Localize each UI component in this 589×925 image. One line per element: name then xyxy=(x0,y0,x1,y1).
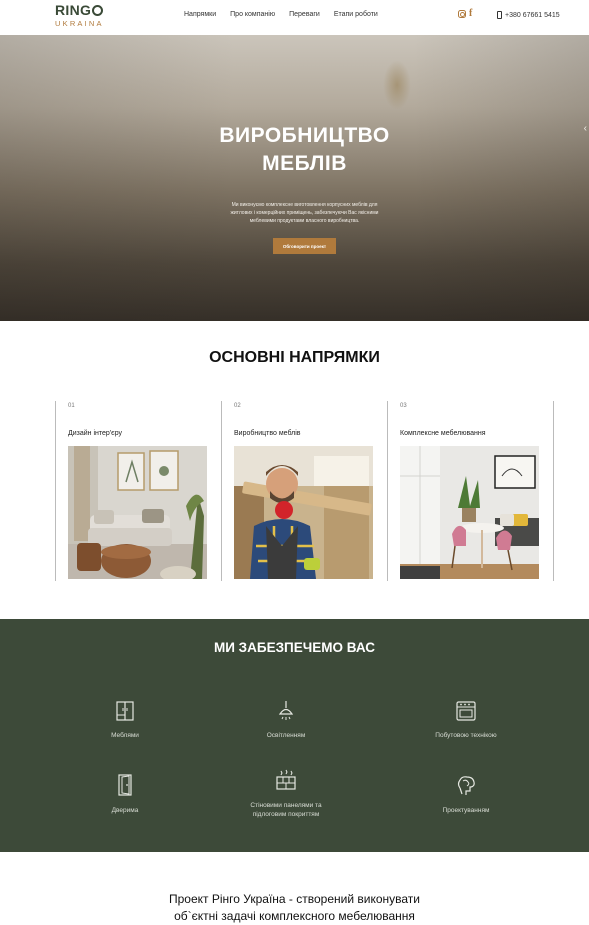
discuss-project-button[interactable]: Обговорити проект xyxy=(273,238,336,254)
hero-overlay xyxy=(0,35,589,321)
provide-item-label: Дверима xyxy=(111,807,139,814)
door-icon xyxy=(118,774,132,796)
card-label: Виробництво меблів xyxy=(234,430,301,437)
hero-title: ВИРОБНИЦТВО МЕБЛІВ xyxy=(150,122,459,178)
direction-card-production[interactable]: 02 Виробництво меблів xyxy=(221,401,387,581)
complex-furnishing-photo xyxy=(400,446,539,579)
provide-item-lighting: Освітленням xyxy=(206,701,366,740)
phone-number: +380 67661 5415 xyxy=(505,11,560,19)
about-intro: Проект Рінго Україна - створений виконув… xyxy=(140,891,449,925)
provide-item-label: Проектуванням xyxy=(442,807,490,814)
provide-item-label-line1: Стіновими панелями та xyxy=(250,802,322,809)
provide-item-panels-flooring: Стіновими панелями та підлоговим покритт… xyxy=(206,769,366,819)
main-nav: Напрямки Про компанію Переваги Етапи роб… xyxy=(184,11,378,18)
hero-title-line1: ВИРОБНИЦТВО xyxy=(219,124,390,147)
social-links: f xyxy=(458,9,472,19)
provide-title: МИ ЗАБЕЗПЕЧЕМО ВАС xyxy=(213,640,375,655)
site-header: RING UKRAINA Напрямки Про компанію Перев… xyxy=(0,0,589,35)
interior-design-photo xyxy=(68,446,207,579)
direction-card-interior[interactable]: 01 Дизайн інтер'єру xyxy=(55,401,221,581)
provide-item-label-line2: підлоговим покриттям xyxy=(252,811,320,818)
nav-about[interactable]: Про компанію xyxy=(230,11,275,18)
phone-link[interactable]: +380 67661 5415 xyxy=(497,11,560,19)
provide-item-doors: Дверима xyxy=(45,774,205,815)
provide-item-label: Побутовою технікою xyxy=(435,732,497,739)
provide-section: МИ ЗАБЕЗПЕЧЕМО ВАС Меблями Освітленням П… xyxy=(0,619,589,852)
direction-card-complex-furnishing[interactable]: 03 Комплексне мебелювання xyxy=(387,401,554,581)
card-number: 02 xyxy=(234,403,241,409)
card-number: 01 xyxy=(68,403,75,409)
wardrobe-icon xyxy=(116,701,134,721)
logo[interactable]: RING UKRAINA xyxy=(55,3,104,28)
logo-subtitle: UKRAINA xyxy=(55,19,104,28)
provide-item-furniture: Меблями xyxy=(45,701,205,740)
nav-stages[interactable]: Етапи роботи xyxy=(334,11,378,18)
about-line2: об`єктні задачі комплексного мебелювання xyxy=(174,909,415,923)
provide-item-appliances: Побутовою технікою xyxy=(386,701,546,740)
hero-description: Ми виконуємо комплексне виготовлення кор… xyxy=(230,202,379,224)
nav-directions[interactable]: Напрямки xyxy=(184,11,216,18)
phone-icon xyxy=(497,11,502,19)
provide-item-label: Освітленням xyxy=(266,732,306,739)
hero-title-line2: МЕБЛІВ xyxy=(262,152,347,175)
directions-title: ОСНОВНІ НАПРЯМКИ xyxy=(209,349,380,366)
provide-item-design: Проектуванням xyxy=(386,774,546,815)
design-brain-icon xyxy=(457,776,475,795)
logo-text: RING xyxy=(55,2,92,18)
facebook-icon[interactable]: f xyxy=(469,9,472,19)
nav-advantages[interactable]: Переваги xyxy=(289,11,320,18)
furniture-production-photo xyxy=(234,446,373,579)
slider-prev-arrow-icon[interactable]: ‹ xyxy=(584,123,587,134)
provide-item-label: Меблями xyxy=(111,732,139,739)
lamp-icon xyxy=(278,701,294,720)
card-label: Дизайн інтер'єру xyxy=(68,430,123,437)
panels-icon xyxy=(276,769,296,790)
logo-o-mark xyxy=(92,5,104,16)
stove-icon xyxy=(456,701,476,721)
card-label: Комплексне мебелювання xyxy=(400,430,486,437)
instagram-icon[interactable] xyxy=(458,10,466,18)
hero-banner: ‹ ВИРОБНИЦТВО МЕБЛІВ Ми виконуємо компле… xyxy=(0,35,589,321)
card-number: 03 xyxy=(400,403,407,409)
about-line1: Проект Рінго Україна - створений виконув… xyxy=(169,892,420,906)
